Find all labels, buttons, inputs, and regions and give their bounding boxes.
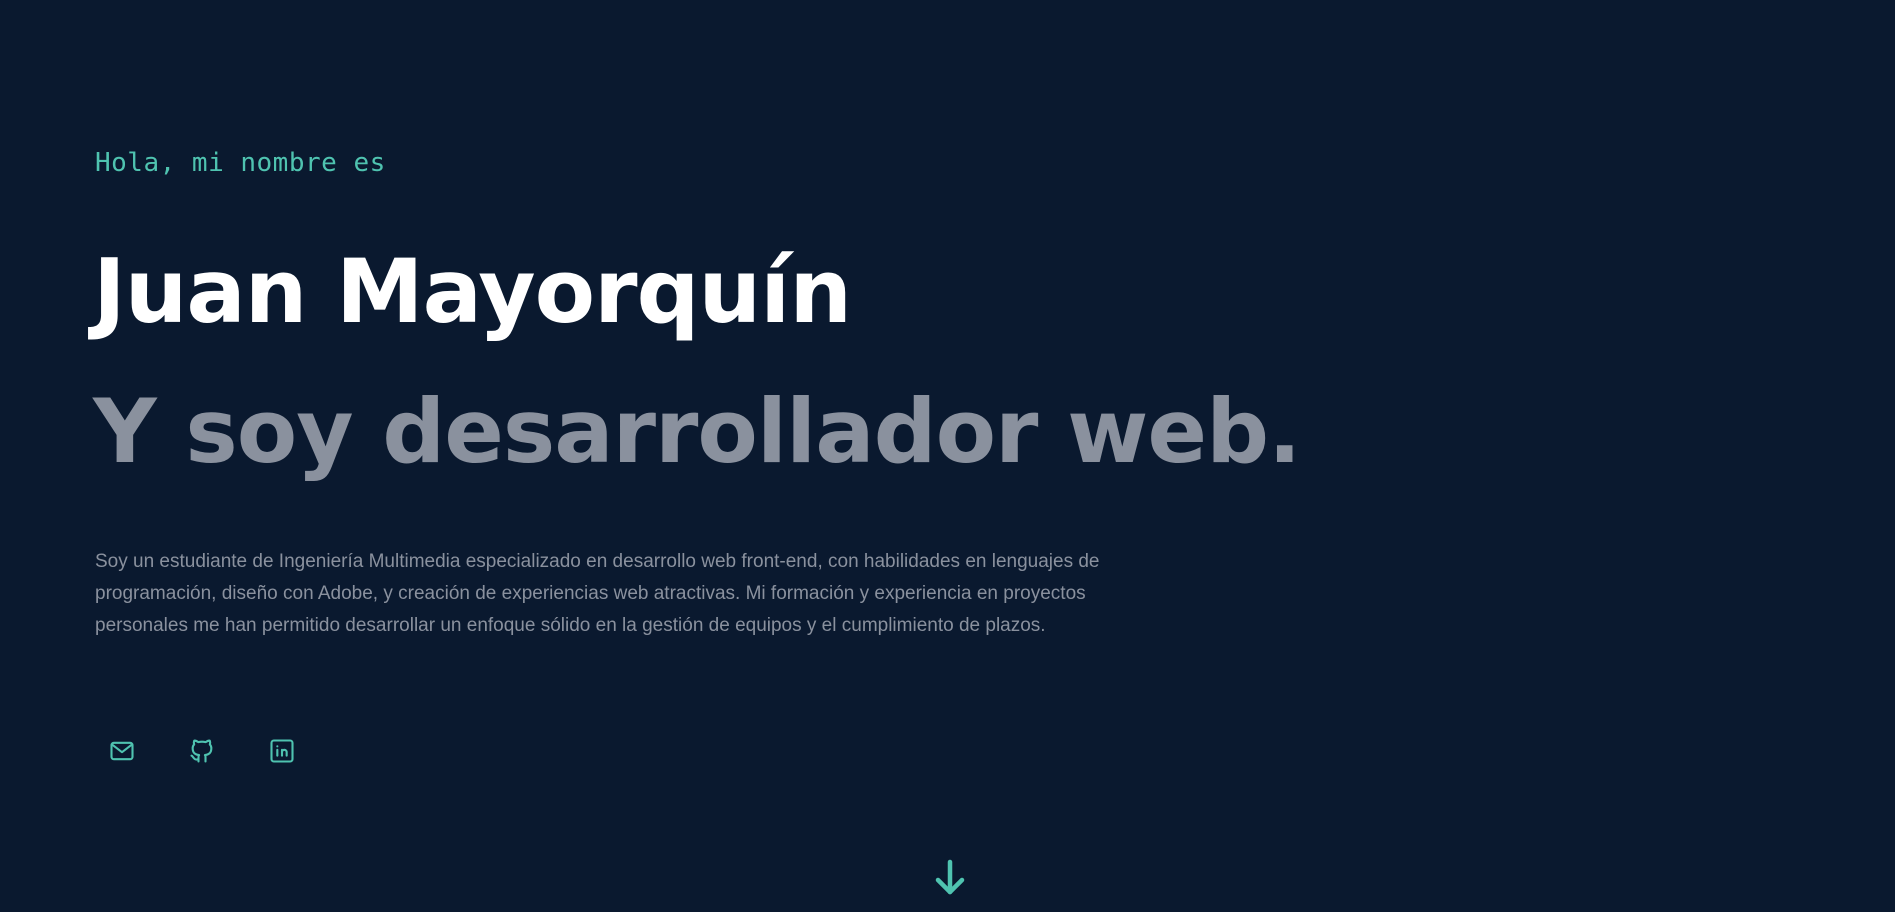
github-icon bbox=[190, 739, 213, 763]
scroll-down-button[interactable] bbox=[928, 854, 972, 900]
linkedin-link[interactable] bbox=[255, 728, 309, 774]
github-link[interactable] bbox=[175, 728, 229, 774]
name-heading: Juan Mayorquín bbox=[93, 240, 852, 343]
arrow-down-icon bbox=[935, 859, 965, 895]
role-heading: Y soy desarrollador web. bbox=[93, 380, 1301, 483]
social-links bbox=[95, 728, 335, 774]
mail-icon bbox=[110, 741, 134, 761]
hero-section: Hola, mi nombre es Juan Mayorquín Y soy … bbox=[0, 0, 1895, 912]
bio-paragraph: Soy un estudiante de Ingeniería Multimed… bbox=[95, 551, 1100, 636]
greeting-text: Hola, mi nombre es bbox=[95, 148, 386, 178]
email-link[interactable] bbox=[95, 728, 149, 774]
linkedin-icon bbox=[270, 739, 294, 763]
